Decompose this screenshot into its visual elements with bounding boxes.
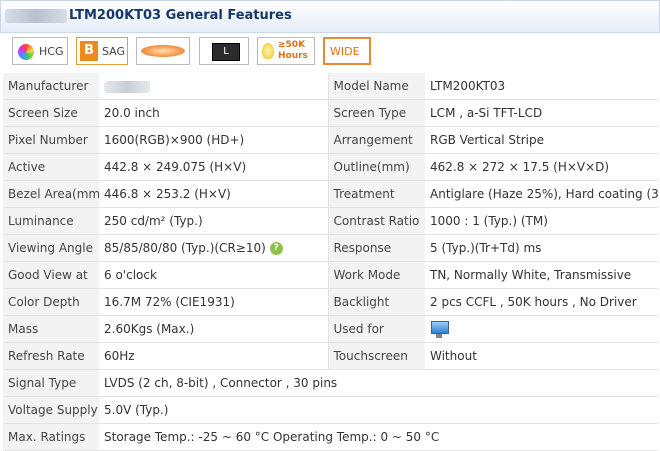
spec-value: 1000 : 1 (Typ.) (TM) <box>425 207 658 235</box>
spec-label: Model Name <box>327 73 425 100</box>
spec-value: RGB Vertical Stripe <box>425 126 658 154</box>
spec-label: Refresh Rate <box>3 342 99 370</box>
spec-value: 462.8 × 272 × 17.5 (H×V×D) <box>425 153 658 181</box>
antiglare-badge[interactable] <box>136 37 190 65</box>
table-row: Screen Size 20.0 inch Screen Type LCM , … <box>3 99 658 127</box>
table-row: Active 442.8 × 249.075 (H×V) Outline(mm)… <box>3 153 658 181</box>
spec-value: 442.8 × 249.075 (H×V) <box>99 153 328 181</box>
spec-label: Manufacturer <box>3 73 99 100</box>
page-header: LTM200KT03 General Features <box>0 0 660 33</box>
spec-label: Used for <box>327 315 425 343</box>
table-row: Refresh Rate 60Hz Touchscreen Without <box>3 342 658 370</box>
table-row: Color Depth 16.7M 72% (CIE1931) Backligh… <box>3 288 658 316</box>
blurred-brand-text <box>5 9 67 23</box>
spec-value: Without <box>425 342 658 370</box>
spec-value: 446.8 × 253.2 (H×V) <box>99 180 328 208</box>
table-row: Max. Ratings Storage Temp.: -25 ~ 60 °C … <box>3 423 658 451</box>
spec-label: Luminance <box>3 207 99 235</box>
table-row: Bezel Area(mm) 446.8 × 253.2 (H×V) Treat… <box>3 180 658 208</box>
table-row: Viewing Angle 85/85/80/80 (Typ.)(CR≥10)?… <box>3 234 658 262</box>
spec-label: Touchscreen <box>327 342 425 370</box>
spec-value: Storage Temp.: -25 ~ 60 °C Operating Tem… <box>99 423 658 451</box>
spec-table: Manufacturer Model Name LTM200KT03 Scree… <box>3 73 658 451</box>
lifetime-unit: Hours <box>278 51 308 61</box>
spec-label: Contrast Ratio <box>327 207 425 235</box>
spec-value: TN, Normally White, Transmissive <box>425 261 658 289</box>
spec-label: Bezel Area(mm) <box>3 180 99 208</box>
spec-label: Arrangement <box>327 126 425 154</box>
lifetime-value: ≥50K <box>278 40 306 50</box>
spec-value: 5.0V (Typ.) <box>99 396 658 424</box>
spec-value: LCM , a-Si TFT-LCD <box>425 99 658 127</box>
spec-label: Outline(mm) <box>327 153 425 181</box>
wide-badge[interactable]: WIDE <box>323 37 371 65</box>
sag-label: SAG <box>102 45 126 58</box>
blurred-manufacturer <box>104 80 150 93</box>
sag-letter-icon: B <box>80 41 98 61</box>
color-wheel-icon <box>18 44 34 60</box>
spec-value: 16.7M 72% (CIE1931) <box>99 288 328 316</box>
table-row: Signal Type LVDS (2 ch, 8-bit) , Connect… <box>3 369 658 397</box>
hcg-badge[interactable]: HCG <box>12 37 68 65</box>
spec-label: Treatment <box>327 180 425 208</box>
spec-label: Viewing Angle <box>3 234 99 262</box>
spec-value: 85/85/80/80 (Typ.)(CR≥10)? <box>99 234 328 262</box>
spec-label: Voltage Supply <box>3 396 99 424</box>
spec-value: Antiglare (Haze 25%), Hard coating (3H) <box>425 180 658 208</box>
spec-label: Max. Ratings <box>3 423 99 451</box>
spec-value: 1600(RGB)×900 (HD+) <box>99 126 328 154</box>
lifetime-badge[interactable]: ≥50K Hours <box>257 37 315 65</box>
spec-label: Active <box>3 153 99 181</box>
spec-label: Work Mode <box>327 261 425 289</box>
table-row: Good View at 6 o'clock Work Mode TN, Nor… <box>3 261 658 289</box>
feature-badges: HCG B SAG L ≥50K Hours WIDE <box>0 33 660 73</box>
spec-value <box>99 73 328 100</box>
spec-value: 250 cd/m² (Typ.) <box>99 207 328 235</box>
spec-value: 2.60Kgs (Max.) <box>99 315 328 343</box>
spec-label: Signal Type <box>3 369 99 397</box>
spec-value: 20.0 inch <box>99 99 328 127</box>
sag-badge[interactable]: B SAG <box>76 37 128 65</box>
table-row: Manufacturer Model Name LTM200KT03 <box>3 73 658 100</box>
spec-value <box>425 315 658 343</box>
spec-label: Backlight <box>327 288 425 316</box>
help-icon[interactable]: ? <box>269 242 283 255</box>
spec-label: Screen Type <box>327 99 425 127</box>
table-row: Mass 2.60Kgs (Max.) Used for <box>3 315 658 343</box>
table-row: Luminance 250 cd/m² (Typ.) Contrast Rati… <box>3 207 658 235</box>
wide-label: WIDE <box>330 45 360 58</box>
spec-value: 60Hz <box>99 342 328 370</box>
spec-value: LTM200KT03 <box>425 73 658 100</box>
spec-label: Pixel Number <box>3 126 99 154</box>
lamp-box-icon: L <box>212 43 240 61</box>
glow-icon <box>141 45 185 57</box>
spec-value: 6 o'clock <box>99 261 328 289</box>
page-title: LTM200KT03 General Features <box>69 8 292 23</box>
spec-value: LVDS (2 ch, 8-bit) , Connector , 30 pins <box>99 369 658 397</box>
table-row: Pixel Number 1600(RGB)×900 (HD+) Arrange… <box>3 126 658 154</box>
spec-label: Mass <box>3 315 99 343</box>
lamp-badge[interactable]: L <box>199 37 249 65</box>
spec-value: 2 pcs CCFL , 50K hours , No Driver <box>425 288 658 316</box>
monitor-icon[interactable] <box>430 320 449 338</box>
spec-label: Color Depth <box>3 288 99 316</box>
hcg-label: HCG <box>39 45 64 58</box>
spec-label: Screen Size <box>3 99 99 127</box>
spec-label: Response <box>327 234 425 262</box>
bulb-icon <box>262 43 274 59</box>
table-row: Voltage Supply 5.0V (Typ.) <box>3 396 658 424</box>
spec-value: 5 (Typ.)(Tr+Td) ms <box>425 234 658 262</box>
spec-label: Good View at <box>3 261 99 289</box>
